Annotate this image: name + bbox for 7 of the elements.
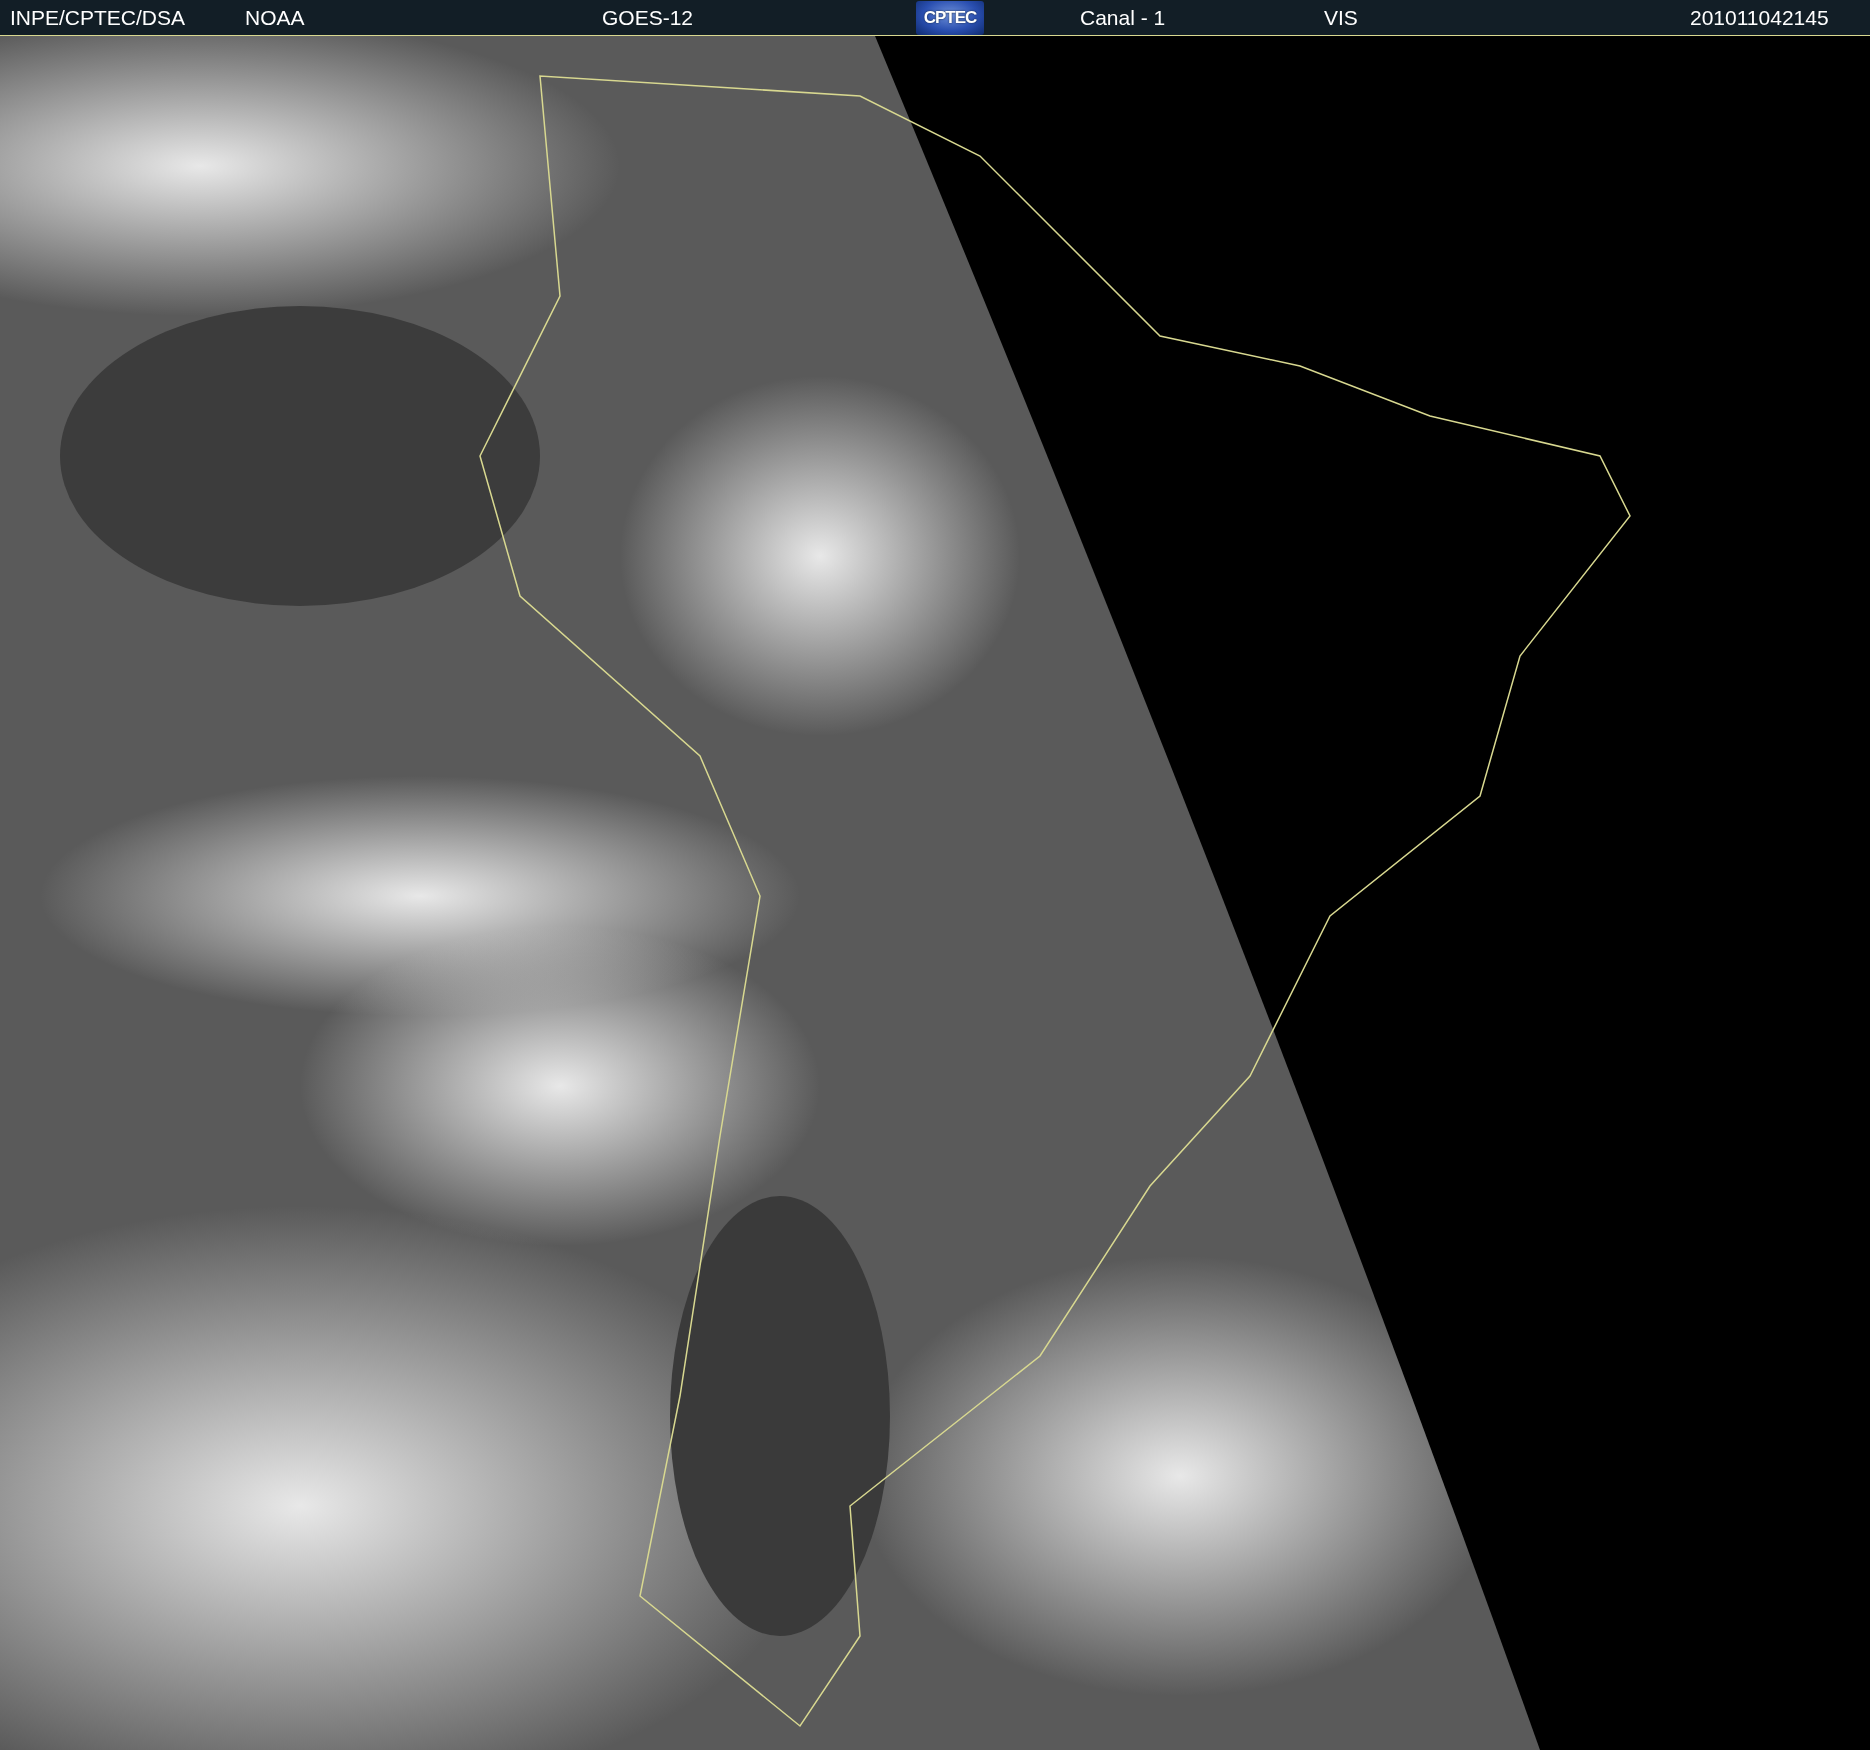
logo: CPTEC [916,0,984,35]
satellite-label: GOES-12 [602,5,694,30]
timestamp-label: 201011042145 [1690,5,1829,30]
channel-label: Canal - 1 [1080,5,1166,30]
band-label: VIS [1324,5,1358,30]
source-label: INPE/CPTEC/DSA [10,5,186,30]
agency-label: NOAA [245,5,305,30]
